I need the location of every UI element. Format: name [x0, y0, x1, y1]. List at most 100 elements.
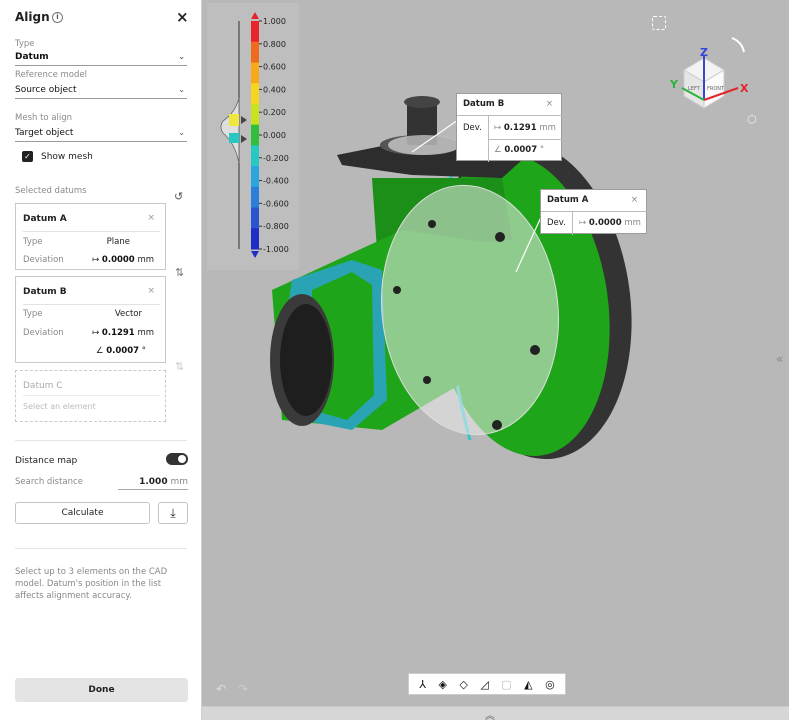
angle-icon: ∠: [95, 346, 104, 356]
mesh-to-align-select[interactable]: Target object ⌄: [15, 128, 187, 142]
datum-a-deviation-value: 0.0000: [101, 255, 135, 265]
divider: [23, 395, 160, 396]
reference-model-select[interactable]: Source object ⌄: [15, 85, 187, 99]
callout-a-close-icon[interactable]: ×: [631, 195, 638, 205]
datum-a-type-row: Type Plane: [23, 237, 160, 247]
undo-icon[interactable]: ↶: [216, 682, 226, 696]
divider: [23, 231, 160, 232]
view-cube-left-face[interactable]: LEFT: [688, 86, 701, 92]
search-distance-label: Search distance: [15, 477, 83, 487]
view-cube[interactable]: LEFT FRONT Z X Y: [664, 28, 764, 118]
view-front-icon[interactable]: ◈: [438, 678, 446, 691]
histogram-curve: [220, 97, 240, 164]
type-value: Datum: [15, 52, 49, 62]
lower-limit-marker[interactable]: [241, 135, 247, 143]
done-button[interactable]: Done: [15, 678, 188, 702]
callout-a-dev-label: Dev.: [547, 218, 566, 228]
scale-segment: [251, 21, 259, 43]
callout-b-dev-group: ↦ 0.1291 mm: [494, 123, 556, 133]
datum-c-card[interactable]: Datum C Select an element: [15, 370, 166, 422]
chevron-down-icon: ⌄: [178, 85, 185, 94]
datum-c-title: Datum C: [23, 381, 63, 391]
measure-icon[interactable]: ◎: [545, 678, 555, 691]
divider: [23, 304, 160, 305]
datum-b-deviation-value-group: ↦ 0.1291 mm: [92, 328, 154, 338]
distance-icon: ↦: [92, 328, 100, 338]
distance-icon: ↦: [494, 123, 502, 133]
section-icon[interactable]: ◭: [524, 678, 532, 691]
close-icon[interactable]: ×: [176, 8, 189, 26]
scale-tick-label: -0.200: [263, 154, 289, 163]
download-icon[interactable]: ⤓: [158, 502, 188, 524]
datum-a-type-label: Type: [23, 237, 43, 247]
datum-b-deviation-label: Deviation: [23, 328, 64, 338]
callout-b-title: Datum B: [463, 99, 505, 109]
datum-b-angle-unit: °: [141, 346, 146, 356]
datum-a-title: Datum A: [23, 214, 67, 224]
scale-tick-label: 0.000: [263, 131, 286, 140]
datum-a-deviation-row: Deviation ↦ 0.0000 mm: [23, 255, 160, 265]
callout-a-dev-unit: mm: [624, 218, 641, 228]
scale-segment: [251, 62, 259, 84]
scale-segment: [251, 124, 259, 146]
divider: [541, 211, 648, 212]
calculate-button[interactable]: Calculate: [15, 502, 150, 524]
distance-icon: ↦: [92, 255, 100, 265]
datum-b-callout[interactable]: Datum B × Dev. ↦ 0.1291 mm ∠ 0.0007 °: [456, 93, 563, 162]
distance-icon: ↦: [579, 218, 587, 228]
type-select[interactable]: Datum ⌄: [15, 52, 187, 66]
reorder-icon[interactable]: ⇅: [175, 266, 184, 279]
scale-segment: [251, 103, 259, 126]
show-mesh-checkbox[interactable]: ✓: [22, 151, 33, 162]
view-cube-front-face[interactable]: FRONT: [707, 86, 725, 92]
type-label: Type: [15, 39, 35, 49]
datum-b-card[interactable]: Datum B × Type Vector Deviation ↦ 0.1291…: [15, 276, 166, 363]
upper-limit-marker[interactable]: [241, 116, 247, 124]
remove-datum-a-icon[interactable]: ×: [147, 213, 155, 223]
bottom-panel-bar[interactable]: ︽: [202, 706, 789, 720]
datum-a-deviation-unit: mm: [137, 255, 154, 265]
redo-icon[interactable]: ↷: [238, 682, 248, 696]
remove-datum-b-icon[interactable]: ×: [147, 286, 155, 296]
3d-viewport[interactable]: 1.000 0.800 0.600 0.400 0.200 0.000 -0.200 -0.4…: [202, 0, 789, 720]
datum-c-placeholder: Select an element: [23, 402, 96, 411]
datum-b-angle-value: 0.0007: [106, 346, 140, 356]
expand-right-icon[interactable]: «: [776, 352, 783, 366]
reference-model-value: Source object: [15, 85, 77, 95]
view-top-icon[interactable]: ◇: [459, 678, 467, 691]
datum-b-title: Datum B: [23, 287, 67, 297]
view-settings-icon[interactable]: ⬡: [747, 113, 757, 126]
datum-a-callout[interactable]: Datum A × Dev. ↦ 0.0000 mm: [540, 189, 648, 235]
reorder-icon-disabled: ⇅: [175, 360, 185, 373]
distance-map-toggle[interactable]: [166, 453, 188, 465]
mesh-to-align-value: Target object: [15, 128, 74, 138]
divider: [15, 440, 187, 441]
mesh-to-align-label: Mesh to align: [15, 113, 73, 123]
view-side-icon[interactable]: ◿: [480, 678, 488, 691]
callout-b-angle-group: ∠ 0.0007 °: [494, 145, 544, 155]
search-distance-input[interactable]: 1.000 mm: [118, 477, 188, 490]
info-icon[interactable]: i: [52, 12, 63, 23]
datum-a-card[interactable]: Datum A × Type Plane Deviation ↦ 0.0000 …: [15, 203, 166, 270]
datum-a-type-value: Plane: [106, 237, 130, 247]
distance-map-label: Distance map: [15, 456, 78, 466]
datum-a-deviation-label: Deviation: [23, 255, 64, 265]
callout-a-dev-group: ↦ 0.0000 mm: [579, 218, 641, 228]
scale-tick-label: -0.400: [263, 177, 289, 186]
axis-x-label: X: [740, 82, 749, 95]
histogram-cyan: [229, 133, 239, 143]
deviation-color-scale: 1.000 0.800 0.600 0.400 0.200 0.000 -0.200 -0.4…: [207, 3, 299, 270]
scale-segment: [251, 186, 259, 209]
search-distance-value: 1.000: [139, 477, 168, 487]
angle-icon: ∠: [494, 145, 502, 155]
reset-icon[interactable]: ↺: [174, 190, 183, 203]
callout-b-dev-unit: mm: [539, 123, 556, 133]
expand-up-icon[interactable]: ︽: [485, 707, 495, 720]
callout-b-close-icon[interactable]: ×: [546, 99, 553, 109]
scale-tick-label: 0.200: [263, 108, 286, 117]
histogram-yellow: [229, 114, 239, 126]
callout-a-dev-value: 0.0000: [588, 218, 622, 228]
scale-tick-label: -1.000: [263, 245, 289, 254]
view-disabled-icon: ▢: [501, 677, 512, 691]
axes-icon[interactable]: ⅄: [419, 678, 426, 691]
